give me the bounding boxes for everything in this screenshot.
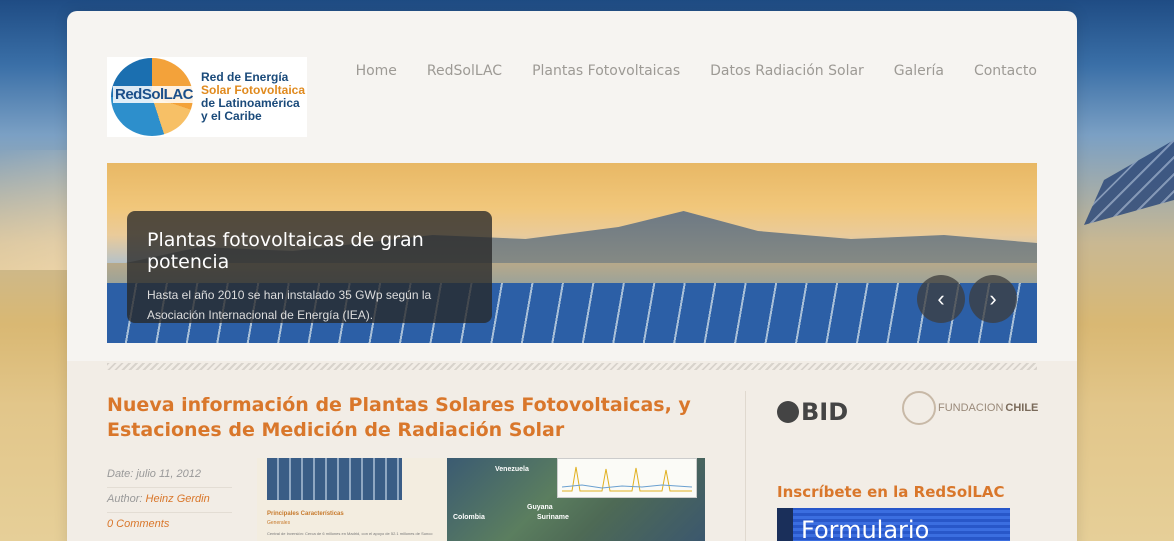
thumbnail-panels-photo (267, 458, 402, 500)
post-title-link[interactable]: Nueva información de Plantas Solares Fot… (107, 393, 717, 443)
post-meta: Date: julio 11, 2012 Author: Heinz Gerdi… (107, 463, 232, 537)
nav-item-radiacion[interactable]: Datos Radiación Solar (710, 63, 864, 79)
logo-abbreviation: RedSolLAC (113, 86, 195, 103)
chevron-right-icon: › (989, 286, 997, 311)
signup-heading: Inscríbete en la RedSolLAC (777, 483, 1005, 501)
slider-caption-title: Plantas fotovoltaicas de gran potencia (147, 229, 424, 273)
map-label-venezuela: Venezuela (495, 466, 529, 473)
map-label-suriname: Suriname (537, 514, 569, 521)
post-author-link[interactable]: Heinz Gerdin (146, 493, 210, 505)
form-banner-edge (777, 508, 793, 541)
bid-logo-text: BID (801, 398, 849, 426)
nav-item-contacto[interactable]: Contacto (974, 63, 1037, 79)
thumbnail-document: Principales Características Generales Ce… (257, 458, 447, 541)
post-author: Author: Heinz Gerdin (107, 488, 232, 513)
bid-logo[interactable]: BID (777, 398, 848, 426)
logo-text: Red de Energía Solar Fotovoltaica de Lat… (201, 71, 305, 123)
hero-slider[interactable]: Plantas fotovoltaicas de gran potencia H… (107, 163, 1037, 343)
post-author-label: Author: (107, 493, 143, 505)
fundacion-text: FUNDACION (938, 402, 1004, 414)
slider-caption-text: Hasta el año 2010 se han instalado 35 GW… (147, 288, 432, 322)
form-banner-link[interactable]: Formulario (777, 508, 1010, 541)
post-date-label: Date: (107, 468, 134, 480)
map-label-guyana: Guyana (527, 504, 553, 511)
chevron-left-icon: ‹ (937, 286, 945, 311)
form-banner-text: Formulario (801, 516, 930, 541)
post-thumbnail[interactable]: Principales Características Generales Ce… (257, 458, 705, 541)
post-comments-link[interactable]: 0 Comments (107, 518, 169, 530)
nav-item-plantas[interactable]: Plantas Fotovoltaicas (532, 63, 680, 79)
post-comments: 0 Comments (107, 513, 232, 537)
slider-next-button[interactable]: › (969, 275, 1017, 323)
background-solar-panels (1084, 140, 1174, 225)
chile-text: CHILE (1005, 402, 1039, 414)
thumbnail-subheading: Generales (267, 520, 291, 526)
sidebar-separator (745, 391, 746, 541)
slider-prev-button[interactable]: ‹ (917, 275, 965, 323)
thumbnail-body: Central de Inversión: Cerca de 6 millone… (267, 531, 433, 536)
page-container: RedSolLAC Red de Energía Solar Fotovolta… (67, 11, 1077, 541)
logo-globe-icon: RedSolLAC (111, 58, 195, 136)
nav-item-home[interactable]: Home (356, 63, 397, 79)
post-date-value: julio 11, 2012 (136, 468, 201, 480)
site-logo[interactable]: RedSolLAC Red de Energía Solar Fotovolta… (107, 57, 307, 137)
nav-item-galeria[interactable]: Galería (894, 63, 944, 79)
thumbnail-heading: Principales Características (267, 511, 344, 517)
section-divider (107, 363, 1037, 370)
slider-caption: Plantas fotovoltaicas de gran potencia H… (127, 211, 492, 323)
bid-globe-icon (777, 401, 799, 423)
thumbnail-chart-line (562, 466, 692, 492)
thumbnail-chart (557, 458, 697, 498)
post-date: Date: julio 11, 2012 (107, 463, 232, 488)
main-nav: Home RedSolLAC Plantas Fotovoltaicas Dat… (356, 63, 1037, 79)
logo-line-4: y el Caribe (201, 109, 262, 123)
fundacion-chile-logo[interactable]: FUNDACION CHILE (902, 391, 1038, 425)
nav-item-redsollac[interactable]: RedSolLAC (427, 63, 502, 79)
fundacion-chile-sun-icon (902, 391, 936, 425)
map-label-colombia: Colombia (453, 514, 485, 521)
